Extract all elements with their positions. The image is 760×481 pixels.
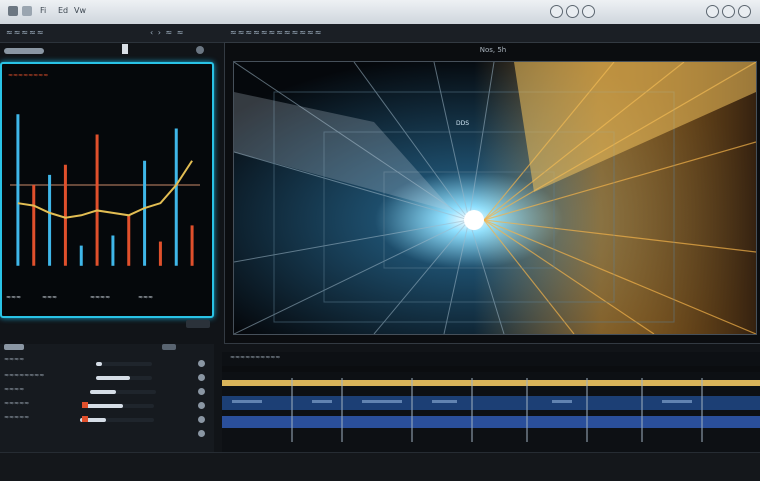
control-slider-2[interactable] xyxy=(96,376,152,380)
chart-zoom-control[interactable] xyxy=(186,320,210,328)
toolbar-text-2[interactable]: ‹ › ≈ ≈ xyxy=(150,28,184,37)
reset-icon[interactable] xyxy=(198,374,205,381)
control-slider-5[interactable] xyxy=(80,418,154,422)
reset-icon[interactable] xyxy=(198,360,205,367)
app-icon xyxy=(8,6,18,16)
refresh-icon[interactable] xyxy=(582,5,595,18)
timeline-panel: ≈≈≈≈≈≈≈≈≈≈ xyxy=(222,352,760,452)
control-label-2: ≈≈≈≈≈≈≈≈ xyxy=(4,372,45,379)
bar-line-chart xyxy=(10,114,200,266)
reset-icon[interactable] xyxy=(198,402,205,409)
close-icon[interactable] xyxy=(738,5,751,18)
reset-icon[interactable] xyxy=(198,416,205,423)
tunnel-visual xyxy=(234,62,756,334)
viewer-overlay-label: DDS xyxy=(456,120,470,127)
slider-fill xyxy=(84,404,123,408)
minimize-icon[interactable] xyxy=(706,5,719,18)
slider-fill xyxy=(96,362,102,366)
toolbar: ≈≈≈≈≈ ‹ › ≈ ≈ ≈≈≈≈≈≈≈≈≈≈≈≈ xyxy=(0,24,760,43)
properties-panel: ≈≈≈≈ ≈≈≈≈≈≈≈≈ ≈≈≈≈ ≈≈≈≈≈ ≈≈≈≈≈ xyxy=(0,344,214,452)
title-bar: Fi Ed Vw xyxy=(0,0,760,25)
panel-menu-icon[interactable] xyxy=(162,344,176,350)
timeline-tracks[interactable] xyxy=(222,352,760,452)
control-label-3: ≈≈≈≈ xyxy=(4,386,25,393)
chart-x-label-1: ≈≈≈ xyxy=(6,294,22,301)
chart-title: ≈≈≈≈≈≈≈≈ xyxy=(8,72,49,79)
reset-icon[interactable] xyxy=(198,388,205,395)
panel-slider[interactable] xyxy=(4,48,44,54)
menu-file[interactable]: Fi xyxy=(40,6,46,15)
slider-fill xyxy=(90,390,117,394)
control-slider-4[interactable] xyxy=(84,404,154,408)
toolbar-text-1[interactable]: ≈≈≈≈≈ xyxy=(6,28,45,37)
menu-view[interactable]: Vw xyxy=(74,6,86,15)
nav-back-icon[interactable] xyxy=(550,5,563,18)
keyframe-marker-icon[interactable] xyxy=(82,416,88,422)
control-label-1: ≈≈≈≈ xyxy=(4,356,25,363)
control-label-4: ≈≈≈≈≈ xyxy=(4,400,30,407)
toolbar-text-3[interactable]: ≈≈≈≈≈≈≈≈≈≈≈≈ xyxy=(230,28,322,37)
chart-x-label-3: ≈≈≈≈ xyxy=(90,294,111,301)
chart-panel: ≈≈≈≈≈≈≈≈ ≈≈≈ ≈≈≈ ≈≈≈≈ ≈≈≈ xyxy=(0,62,214,318)
viewer-screen[interactable]: DDS xyxy=(233,61,757,335)
chart-x-label-2: ≈≈≈ xyxy=(42,294,58,301)
viewer-title: Nos, 5h xyxy=(479,46,507,54)
panel-tab[interactable] xyxy=(4,344,24,350)
control-slider-1[interactable] xyxy=(96,362,152,366)
chart-line-series xyxy=(17,160,193,219)
keyframe-marker-icon[interactable] xyxy=(82,402,88,408)
status-bar xyxy=(0,452,760,481)
panel-settings-icon[interactable] xyxy=(196,46,204,54)
reset-icon[interactable] xyxy=(198,430,205,437)
control-slider-3[interactable] xyxy=(90,390,156,394)
chart-x-label-4: ≈≈≈ xyxy=(138,294,154,301)
nav-forward-icon[interactable] xyxy=(566,5,579,18)
menu-icon[interactable] xyxy=(22,6,32,16)
maximize-icon[interactable] xyxy=(722,5,735,18)
panel-marker-icon[interactable] xyxy=(122,44,128,54)
control-label-5: ≈≈≈≈≈ xyxy=(4,414,30,421)
slider-fill xyxy=(96,376,130,380)
menu-edit[interactable]: Ed xyxy=(58,6,68,15)
video-viewer: Nos, 5h DDS xyxy=(224,42,760,344)
